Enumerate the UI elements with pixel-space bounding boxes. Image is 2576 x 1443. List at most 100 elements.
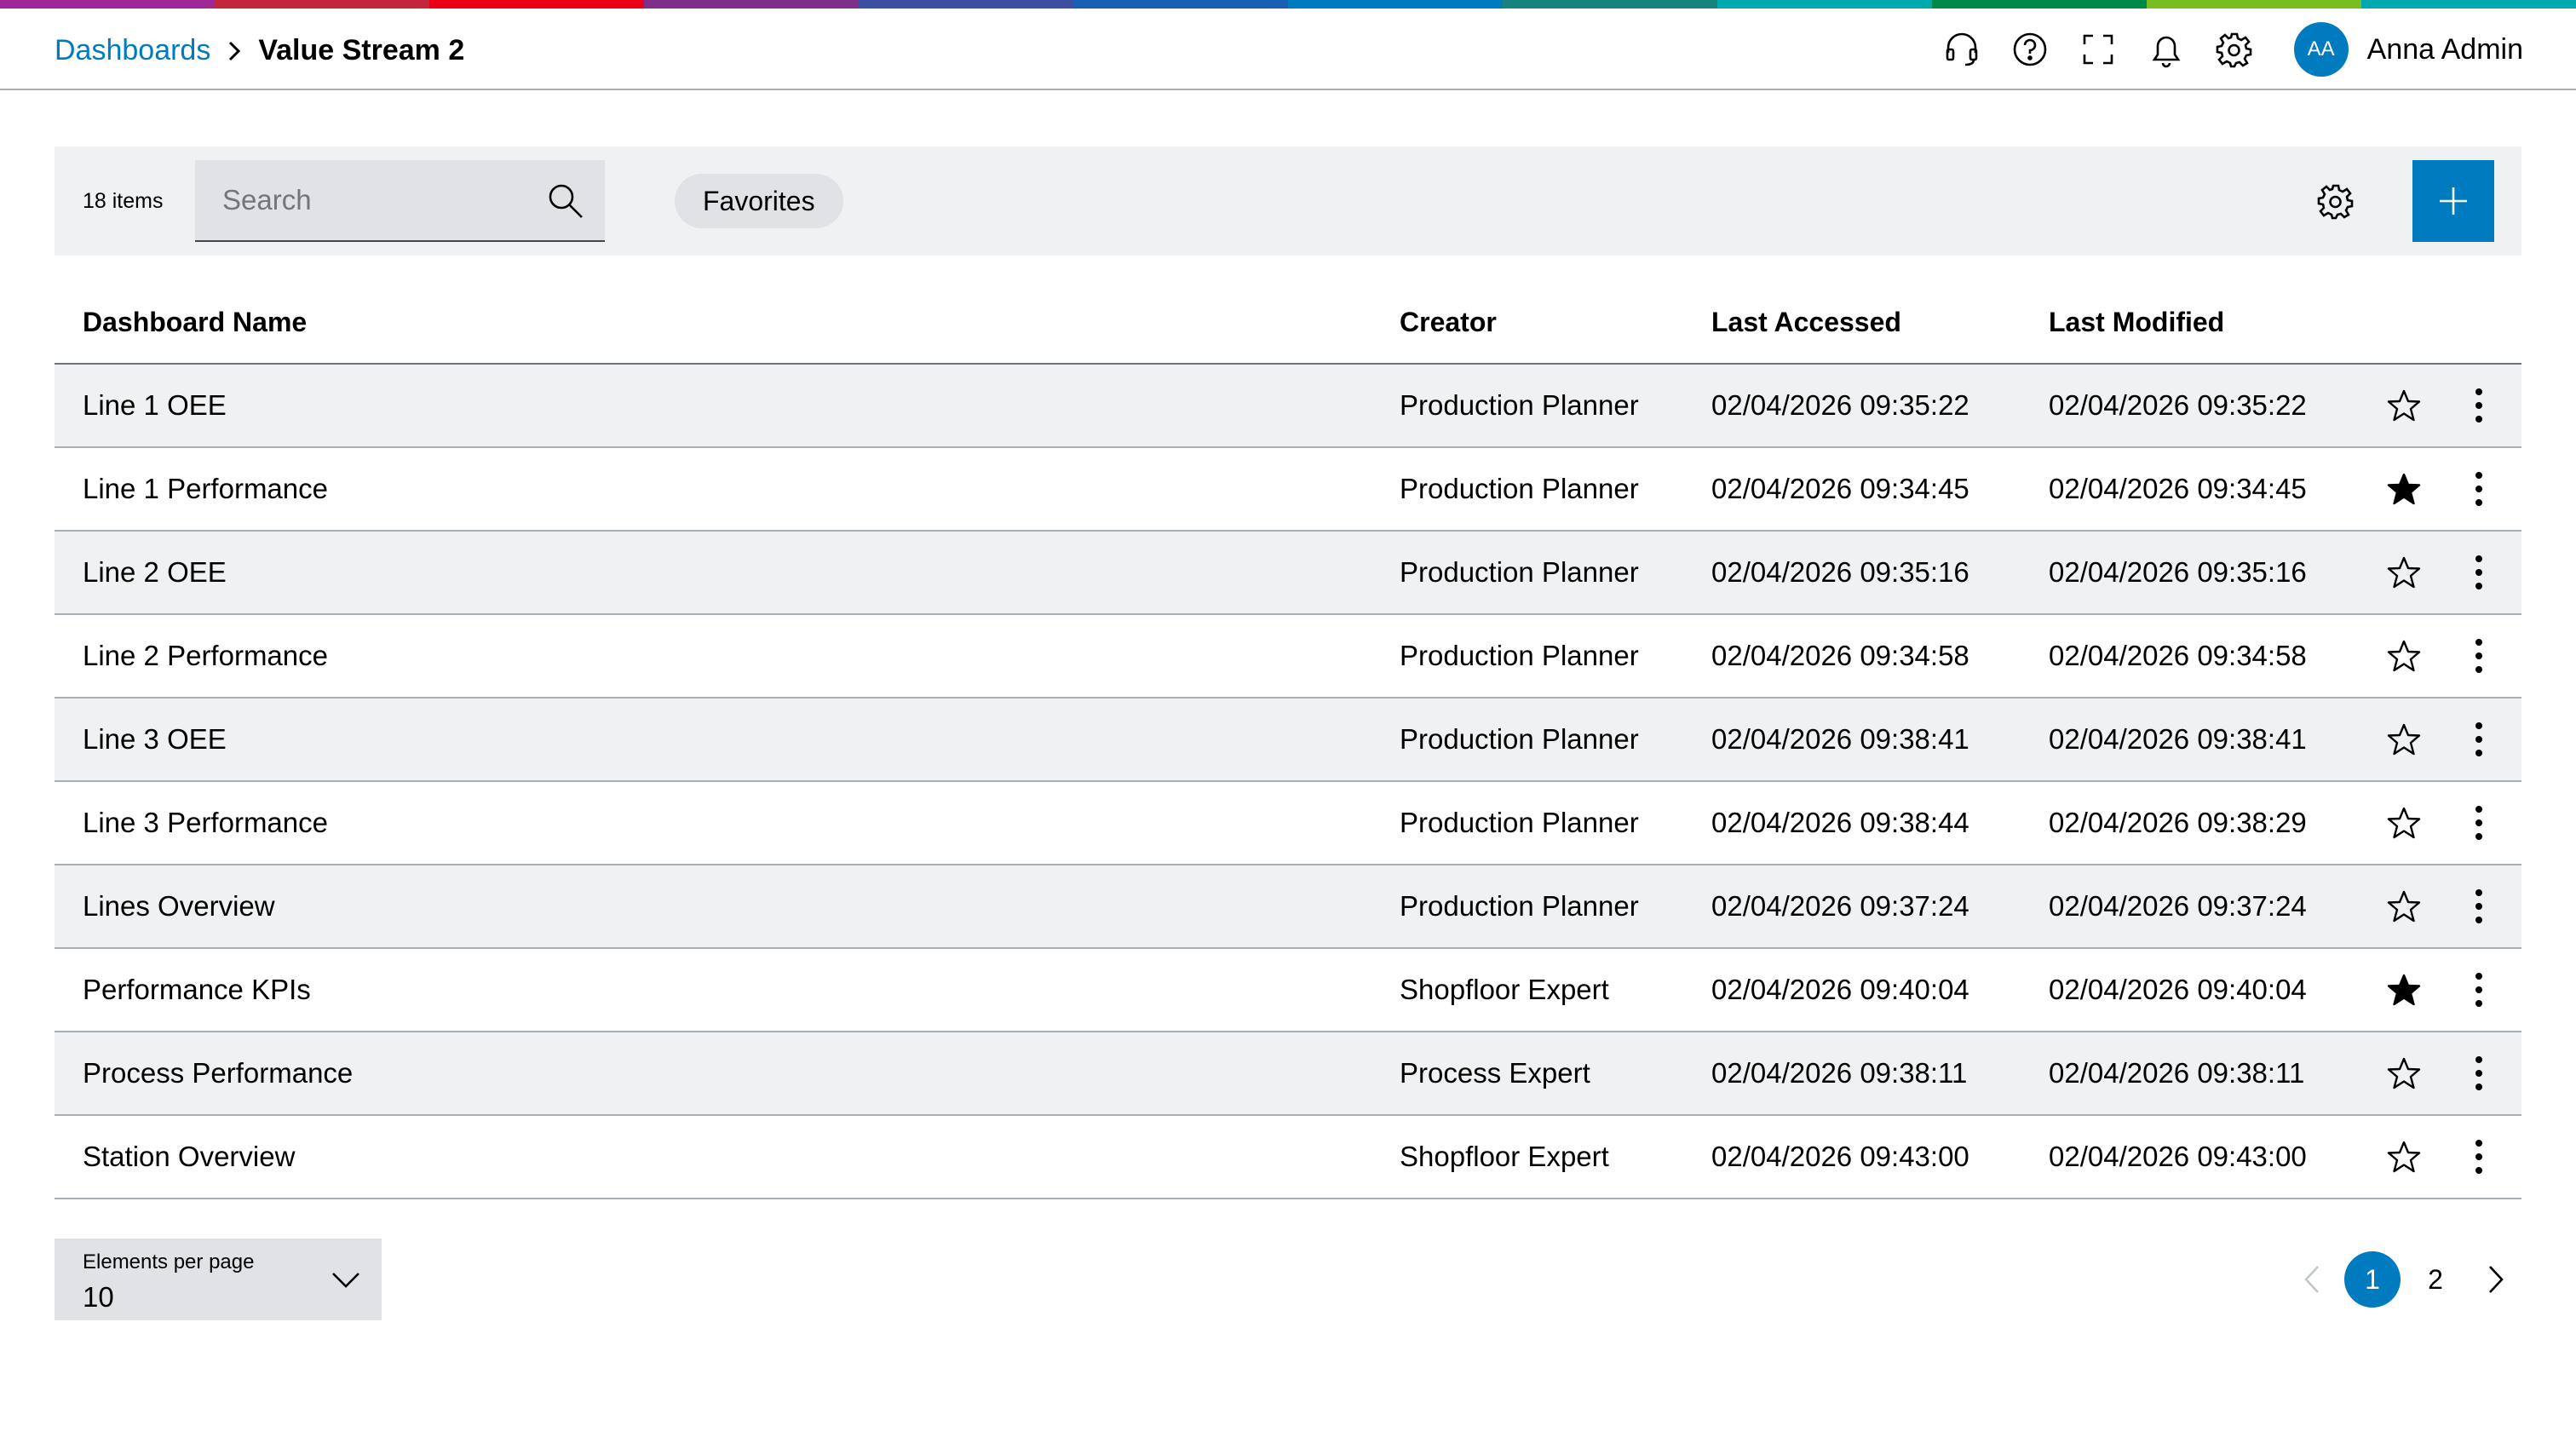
- cell-last-modified: 02/04/2026 09:38:41: [2049, 723, 2307, 755]
- star-outline-icon[interactable]: [2380, 532, 2428, 613]
- help-icon[interactable]: [1996, 22, 2064, 77]
- breadcrumb-current: Value Stream 2: [258, 34, 465, 66]
- chevron-right-icon: [210, 37, 258, 66]
- cell-last-modified: 02/04/2026 09:35:16: [2049, 556, 2307, 588]
- more-vertical-icon[interactable]: [2455, 448, 2503, 530]
- cell-dashboard-name[interactable]: Station Overview: [83, 1116, 295, 1198]
- table-body: Line 1 OEE Production Planner 02/04/2026 0…: [55, 365, 2521, 1199]
- more-vertical-icon[interactable]: [2455, 615, 2503, 697]
- cell-dashboard-name[interactable]: Lines Overview: [83, 865, 275, 947]
- cell-last-accessed: 02/04/2026 09:35:16: [1711, 556, 1969, 588]
- cell-dashboard-name[interactable]: Line 1 OEE: [83, 365, 227, 446]
- table-row[interactable]: Lines Overview Production Planner 02/04/20…: [55, 865, 2521, 949]
- cell-creator: Production Planner: [1400, 473, 1639, 504]
- cell-last-modified: 02/04/2026 09:38:11: [2049, 1057, 2305, 1089]
- column-header-last-accessed[interactable]: Last Accessed: [1711, 281, 1901, 363]
- cell-last-accessed: 02/04/2026 09:34:45: [1711, 473, 1969, 504]
- star-outline-icon[interactable]: [2380, 782, 2428, 864]
- cell-creator: Shopfloor Expert: [1400, 1141, 1609, 1172]
- column-header-last-modified[interactable]: Last Modified: [2049, 281, 2224, 363]
- cell-dashboard-name[interactable]: Line 2 Performance: [83, 615, 328, 697]
- more-vertical-icon[interactable]: [2455, 1116, 2503, 1198]
- cell-last-modified: 02/04/2026 09:37:24: [2049, 890, 2307, 922]
- items-count: 18 items: [83, 188, 164, 213]
- cell-last-accessed: 02/04/2026 09:43:00: [1711, 1141, 1969, 1172]
- more-vertical-icon[interactable]: [2455, 949, 2503, 1031]
- cell-last-accessed: 02/04/2026 09:34:58: [1711, 640, 1969, 671]
- cell-last-accessed: 02/04/2026 09:38:44: [1711, 807, 1969, 838]
- more-vertical-icon[interactable]: [2455, 532, 2503, 613]
- more-vertical-icon[interactable]: [2455, 1032, 2503, 1114]
- table-row[interactable]: Line 3 OEE Production Planner 02/04/2026 0…: [55, 699, 2521, 782]
- column-header-creator[interactable]: Creator: [1400, 281, 1497, 363]
- rainbow-segment: [0, 0, 215, 9]
- table-header: Dashboard Name Creator Last Accessed Las…: [55, 281, 2521, 365]
- cell-creator: Production Planner: [1400, 807, 1639, 838]
- rainbow-segment: [1073, 0, 1288, 9]
- user-name[interactable]: Anna Admin: [2367, 33, 2523, 66]
- cell-creator: Production Planner: [1400, 890, 1639, 922]
- table-row[interactable]: Line 1 Performance Production Planner 02/0…: [55, 448, 2521, 532]
- more-vertical-icon[interactable]: [2455, 865, 2503, 947]
- cell-dashboard-name[interactable]: Line 1 Performance: [83, 448, 328, 530]
- cell-creator: Shopfloor Expert: [1400, 974, 1609, 1005]
- star-filled-icon[interactable]: [2380, 949, 2428, 1031]
- cell-dashboard-name[interactable]: Line 3 Performance: [83, 782, 328, 864]
- table-row[interactable]: Line 1 OEE Production Planner 02/04/2026 0…: [55, 365, 2521, 448]
- add-dashboard-button[interactable]: [2412, 160, 2494, 242]
- avatar[interactable]: AA: [2293, 22, 2349, 77]
- star-outline-icon[interactable]: [2380, 1032, 2428, 1114]
- table-row[interactable]: Process Performance Process Expert 02/04/2…: [55, 1032, 2521, 1116]
- chevron-left-icon[interactable]: [2283, 1250, 2341, 1308]
- cell-dashboard-name[interactable]: Performance KPIs: [83, 949, 311, 1031]
- cell-dashboard-name[interactable]: Line 2 OEE: [83, 532, 227, 613]
- gear-icon[interactable]: [2309, 174, 2363, 228]
- cell-creator: Production Planner: [1400, 640, 1639, 671]
- headset-icon[interactable]: [1928, 22, 1996, 77]
- rainbow-segment: [1932, 0, 2147, 9]
- chevron-down-icon: [331, 1264, 361, 1295]
- pagination: 1 2: [2283, 1250, 2525, 1308]
- bell-icon[interactable]: [2132, 22, 2200, 77]
- fullscreen-icon[interactable]: [2064, 22, 2132, 77]
- rainbow-segment: [1717, 0, 1932, 9]
- table-row[interactable]: Line 2 Performance Production Planner 02/0…: [55, 615, 2521, 699]
- cell-last-accessed: 02/04/2026 09:37:24: [1711, 890, 1969, 922]
- cell-last-accessed: 02/04/2026 09:38:41: [1711, 723, 1969, 755]
- favorites-filter-chip[interactable]: Favorites: [675, 174, 843, 228]
- rainbow-segment: [1503, 0, 1717, 9]
- star-outline-icon[interactable]: [2380, 615, 2428, 697]
- more-vertical-icon[interactable]: [2455, 365, 2503, 446]
- chevron-right-icon[interactable]: [2467, 1250, 2525, 1308]
- star-outline-icon[interactable]: [2380, 1116, 2428, 1198]
- table-row[interactable]: Station Overview Shopfloor Expert 02/04/20…: [55, 1116, 2521, 1199]
- breadcrumb-dashboards-link[interactable]: Dashboards: [55, 34, 210, 67]
- star-outline-icon[interactable]: [2380, 365, 2428, 446]
- search-icon[interactable]: [547, 182, 584, 220]
- more-vertical-icon[interactable]: [2455, 699, 2503, 780]
- cell-last-modified: 02/04/2026 09:34:58: [2049, 640, 2307, 671]
- cell-creator: Production Planner: [1400, 723, 1639, 755]
- gear-icon[interactable]: [2200, 22, 2268, 77]
- cell-dashboard-name[interactable]: Process Performance: [83, 1032, 353, 1114]
- star-filled-icon[interactable]: [2380, 448, 2428, 530]
- rainbow-segment: [859, 0, 1073, 9]
- rainbow-segment: [2361, 0, 2576, 9]
- star-outline-icon[interactable]: [2380, 865, 2428, 947]
- table-row[interactable]: Performance KPIs Shopfloor Expert 02/04/20…: [55, 949, 2521, 1032]
- table-row[interactable]: Line 2 OEE Production Planner 02/04/2026 0…: [55, 532, 2521, 615]
- star-outline-icon[interactable]: [2380, 699, 2428, 780]
- rainbow-segment: [2147, 0, 2361, 9]
- table-row[interactable]: Line 3 Performance Production Planner 02/0…: [55, 782, 2521, 865]
- page-button-2[interactable]: 2: [2407, 1251, 2464, 1308]
- search-input[interactable]: [195, 160, 536, 240]
- elements-per-page-select[interactable]: Elements per page 10: [55, 1239, 382, 1320]
- column-header-name[interactable]: Dashboard Name: [83, 281, 307, 363]
- cell-last-accessed: 02/04/2026 09:38:11: [1711, 1057, 1968, 1089]
- more-vertical-icon[interactable]: [2455, 782, 2503, 864]
- page-button-1[interactable]: 1: [2344, 1251, 2401, 1308]
- brand-rainbow-strip: [0, 0, 2576, 9]
- breadcrumb: Dashboards Value Stream 2: [55, 34, 464, 67]
- rainbow-segment: [429, 0, 644, 9]
- cell-dashboard-name[interactable]: Line 3 OEE: [83, 699, 227, 780]
